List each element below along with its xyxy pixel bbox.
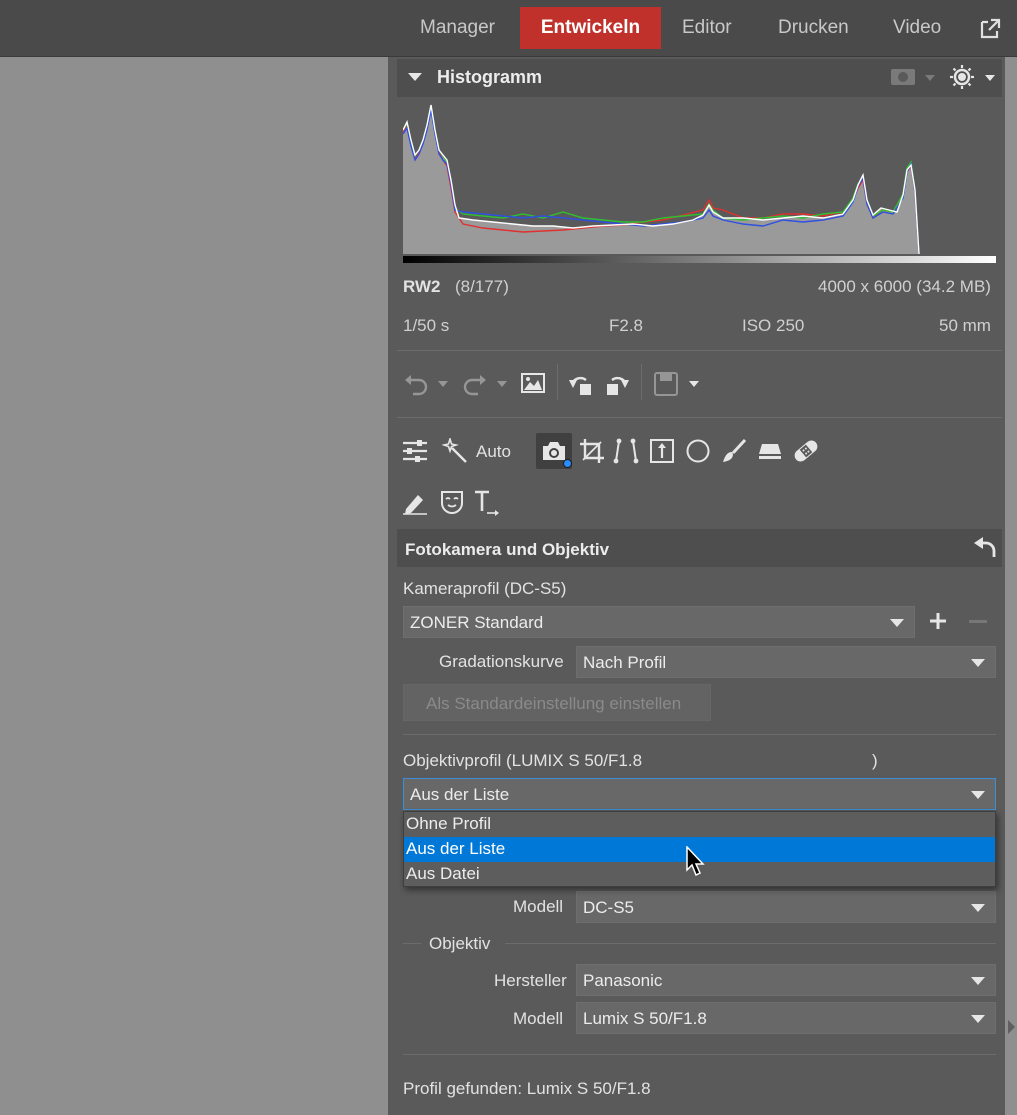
lens-profile-value: Aus der Liste [410,785,510,804]
active-indicator-dot [563,459,572,468]
chevron-down-icon [971,659,985,667]
panel-collapse-strip[interactable] [1005,57,1017,1115]
save-options-caret-icon[interactable] [689,381,699,387]
radial-filter-icon[interactable] [685,438,711,464]
tab-editor[interactable]: Editor [662,7,752,49]
redo-icon[interactable] [462,372,488,396]
option-label: Ohne Profil [406,814,492,833]
chevron-down-icon [971,791,985,799]
gradation-curve-value: Nach Profil [583,653,667,672]
divider [397,417,1002,418]
option-ohne-profil[interactable]: Ohne Profil [404,812,995,837]
camera-preview-icon[interactable] [890,67,916,87]
lens-profile-dropdown[interactable]: Aus der Liste [403,778,996,810]
toolbar-divider [641,364,642,400]
histogram-title: Histogramm [437,67,543,87]
camera-dropdown-caret-icon[interactable] [925,75,935,81]
lens-group-label: Objektiv [429,934,491,953]
lens-model-value: Lumix S 50/F1.8 [583,1009,707,1028]
shutter-speed: 1/50 s [403,316,450,335]
crop-icon[interactable] [579,438,605,464]
image-dimensions: 4000 x 6000 (34.2 MB) [818,277,991,296]
expand-arrow-icon[interactable] [1008,1020,1015,1034]
camera-tool-icon[interactable] [541,439,567,463]
top-navigation-bar: Manager Entwickeln Editor Drucken Video [0,0,1017,57]
image-compare-icon[interactable] [520,371,546,395]
tab-drucken[interactable]: Drucken [758,7,869,49]
gradation-curve-label: Gradationskurve [439,652,564,671]
camera-model-label: Modell [513,897,564,916]
histogram-graph [403,100,996,263]
group-divider [403,943,421,944]
undo-icon[interactable] [403,372,429,396]
camera-model-value: DC-S5 [583,898,635,917]
manufacturer-value: Panasonic [583,971,663,990]
exposure-warning-icon[interactable] [949,64,975,90]
tab-video[interactable]: Video [873,7,961,49]
text-tool-icon[interactable] [473,489,501,517]
image-preview-area[interactable] [0,57,388,1115]
lens-model-dropdown[interactable]: Lumix S 50/F1.8 [576,1002,996,1034]
redo-history-caret-icon[interactable] [497,381,507,387]
mouse-pointer-icon [686,846,705,877]
iso-value: ISO 250 [742,316,805,335]
aperture: F2.8 [609,316,644,335]
toolbar-divider [557,364,558,400]
retouch-pen-icon[interactable] [402,489,428,515]
camera-lens-section-title: Fotokamera und Objektiv [405,540,610,559]
healing-bandage-icon[interactable] [792,438,820,464]
tab-manager[interactable]: Manager [400,7,515,49]
file-format: RW2 [403,277,441,296]
divider [397,350,1002,351]
save-icon[interactable] [653,371,679,397]
eraser-icon[interactable] [757,438,783,464]
gradient-filter-icon[interactable] [649,438,675,464]
lens-profile-label: Objektivprofil (LUMIX S 50/F1.8 [403,751,643,770]
divider [403,734,996,735]
add-profile-icon[interactable] [929,612,947,630]
chevron-down-icon [971,1015,985,1023]
focal-length: 50 mm [939,316,991,335]
chevron-down-icon [890,619,904,627]
rotate-left-icon[interactable] [568,370,596,398]
tab-entwickeln[interactable]: Entwickeln [520,7,661,49]
profile-status-text: Profil gefunden: Lumix S 50/F1.8 [403,1079,651,1098]
group-divider [505,943,996,944]
collapse-caret-icon[interactable] [408,73,422,81]
tonal-gradient-bar [403,256,996,263]
option-label: Aus Datei [406,864,480,883]
camera-profile-value: ZONER Standard [410,613,544,632]
manufacturer-dropdown[interactable]: Panasonic [576,964,996,996]
camera-profile-dropdown[interactable]: ZONER Standard [403,606,915,638]
chevron-down-icon [971,904,985,912]
perspective-correction-icon[interactable] [613,438,639,464]
remove-profile-icon [969,620,987,623]
option-label: Aus der Liste [406,839,506,858]
camera-profile-label: Kameraprofil (DC-S5) [403,579,567,598]
face-retouch-icon[interactable] [439,489,465,515]
auto-magic-wand-icon[interactable] [442,438,468,464]
reset-section-icon[interactable] [972,537,996,559]
divider [403,1054,996,1055]
gradation-curve-dropdown[interactable]: Nach Profil [576,646,996,678]
exposure-dropdown-caret-icon[interactable] [985,75,995,81]
lens-profile-label-close: ) [872,751,878,770]
external-window-icon[interactable] [978,17,1002,41]
file-index: (8/177) [455,277,509,296]
lens-model-label: Modell [513,1009,564,1028]
camera-model-dropdown[interactable]: DC-S5 [576,891,996,923]
adjustments-sliders-icon[interactable] [402,439,428,463]
set-default-button: Als Standardeinstellung einstellen [403,684,711,721]
manufacturer-label: Hersteller [494,971,567,990]
set-default-button-label: Als Standardeinstellung einstellen [426,694,682,713]
undo-history-caret-icon[interactable] [438,381,448,387]
chevron-down-icon [971,977,985,985]
rotate-right-icon[interactable] [602,370,630,398]
auto-button-label[interactable]: Auto [476,442,511,462]
brush-icon[interactable] [721,438,747,464]
